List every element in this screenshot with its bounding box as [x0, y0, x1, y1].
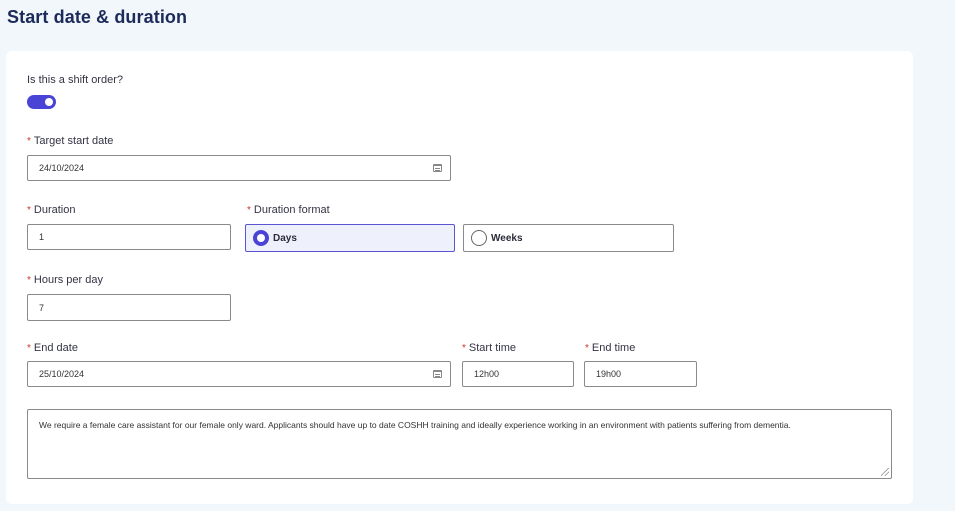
duration-label: * Duration	[27, 204, 75, 216]
target-start-date-label: * Target start date	[27, 135, 113, 147]
required-marker: *	[27, 275, 31, 286]
duration-input[interactable]: 1	[27, 224, 231, 250]
description-textarea[interactable]: We require a female care assistant for o…	[27, 409, 892, 479]
end-time-value: 19h00	[596, 369, 622, 379]
radio-unselected-icon	[471, 230, 487, 246]
required-marker: *	[27, 136, 31, 147]
required-marker: *	[27, 205, 31, 216]
required-marker: *	[585, 343, 589, 354]
description-text: We require a female care assistant for o…	[39, 420, 791, 430]
start-time-input[interactable]: 12h00	[462, 361, 574, 387]
toggle-knob	[45, 98, 53, 106]
form-card: Is this a shift order? * Target start dat…	[6, 51, 913, 504]
calendar-icon[interactable]	[433, 370, 442, 378]
hours-per-day-input[interactable]: 7	[27, 294, 231, 321]
radio-selected-icon	[253, 230, 269, 246]
hours-per-day-label-text: Hours per day	[33, 274, 103, 286]
page-title: Start date & duration	[7, 7, 188, 27]
duration-format-label: * Duration format	[247, 204, 330, 216]
calendar-icon[interactable]	[433, 164, 442, 172]
days-label: Days	[273, 232, 297, 244]
duration-value: 1	[39, 232, 45, 242]
weeks-label: Weeks	[491, 232, 523, 244]
duration-label-text: Duration	[33, 204, 76, 216]
end-date-value: 25/10/2024	[39, 369, 85, 379]
end-time-input[interactable]: 19h00	[584, 361, 697, 387]
hours-per-day-value: 7	[39, 302, 45, 313]
target-start-date-input[interactable]: 24/10/2024	[27, 155, 451, 181]
hours-per-day-label: * Hours per day	[27, 274, 103, 286]
resize-grip-icon[interactable]	[881, 468, 889, 476]
required-marker: *	[27, 343, 31, 354]
end-time-label: * End time	[585, 342, 635, 354]
end-date-label-text: End date	[33, 342, 78, 354]
end-date-input[interactable]: 25/10/2024	[27, 361, 451, 387]
start-time-label: * Start time	[462, 342, 516, 354]
end-time-label-text: End time	[591, 342, 636, 354]
duration-format-weeks-option[interactable]: Weeks	[463, 224, 674, 252]
shift-order-label: Is this a shift order?	[27, 74, 123, 86]
target-start-date-value: 24/10/2024	[39, 163, 85, 173]
duration-format-label-text: Duration format	[253, 204, 330, 216]
end-date-label: * End date	[27, 342, 78, 354]
shift-order-toggle[interactable]	[27, 95, 56, 109]
start-time-label-text: Start time	[468, 342, 516, 354]
start-time-value: 12h00	[474, 369, 500, 379]
required-marker: *	[247, 205, 251, 216]
duration-format-days-option[interactable]: Days	[245, 224, 455, 252]
target-start-date-label-text: Target start date	[33, 135, 114, 147]
required-marker: *	[462, 343, 466, 354]
